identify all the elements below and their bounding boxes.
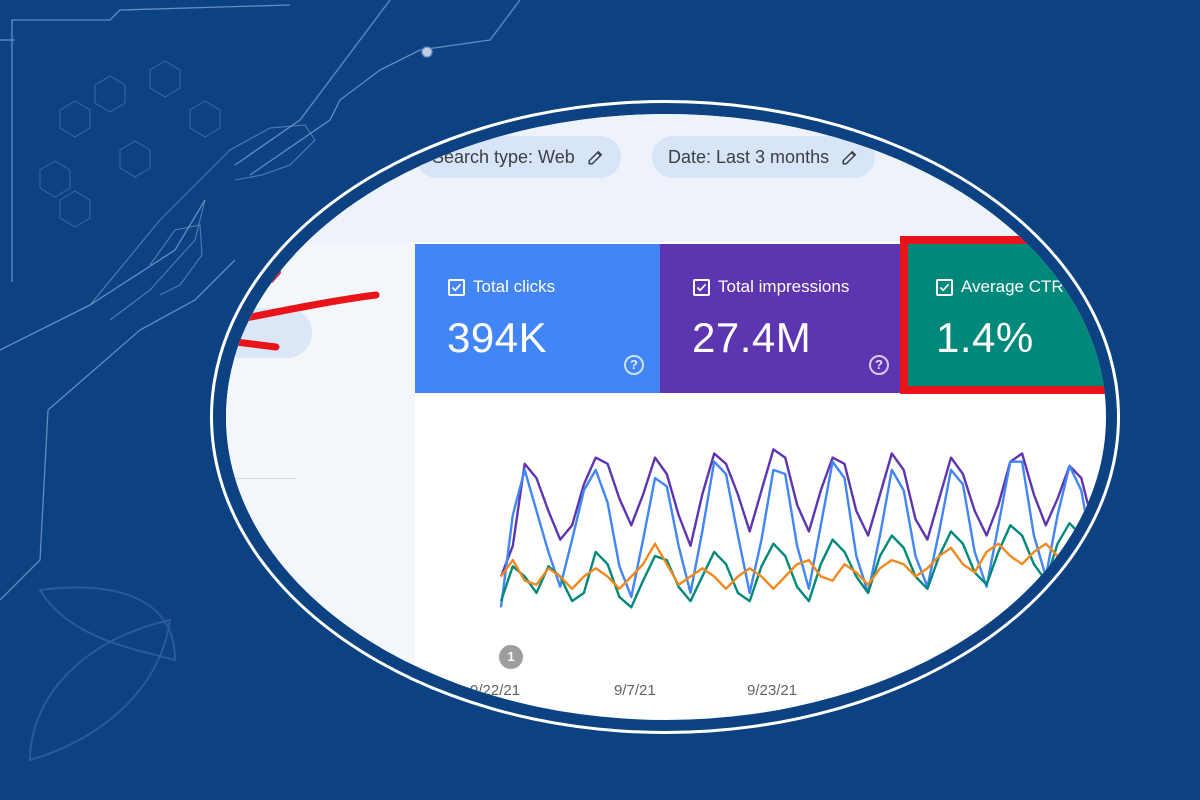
- edit-pencil-icon: [842, 150, 857, 165]
- magnified-view: Search type: Web Date: Last 3 months Tot…: [226, 114, 1106, 720]
- x-tick-label: 9/23/21: [747, 682, 798, 699]
- performance-line-chart: [499, 448, 1106, 609]
- red-arrow-annotation: [232, 269, 380, 351]
- checkbox-checked-icon[interactable]: [936, 278, 953, 296]
- date-filter-chip[interactable]: Date: Last 3 months: [652, 136, 876, 178]
- help-icon[interactable]: ?: [869, 355, 889, 375]
- help-icon[interactable]: ?: [624, 355, 644, 375]
- metric-label: Average CTR: [961, 277, 1064, 296]
- checkbox-checked-icon[interactable]: [693, 278, 710, 296]
- date-label: Date: Last 3 months: [668, 146, 830, 167]
- metric-value: 394K: [447, 314, 548, 361]
- edit-pencil-icon: [588, 150, 603, 165]
- metric-label: Total clicks: [473, 277, 556, 296]
- x-tick-label: 9/22/21: [470, 682, 521, 699]
- annotation-badge[interactable]: 1: [499, 645, 523, 669]
- search-type-filter-chip[interactable]: Search type: Web: [416, 136, 621, 178]
- card-header: Total clicks: [448, 277, 555, 297]
- card-header: Total impressions: [693, 277, 849, 297]
- total-clicks-card[interactable]: Total clicks 394K ?: [415, 244, 660, 393]
- x-tick-label: 9/7/21: [614, 682, 656, 699]
- metric-value: 27.4M: [692, 314, 812, 361]
- filter-bar: [226, 114, 1106, 242]
- card-header: Average CTR: [936, 277, 1064, 297]
- search-type-label: Search type: Web: [432, 146, 575, 167]
- metric-value: 1.4%: [936, 314, 1034, 361]
- series-line-clicks: [499, 460, 1106, 608]
- total-impressions-card[interactable]: Total impressions 27.4M ?: [660, 244, 905, 393]
- average-ctr-card[interactable]: Average CTR 1.4%: [900, 236, 1106, 394]
- search-console-screen: Search type: Web Date: Last 3 months Tot…: [226, 114, 1106, 720]
- metric-label: Total impressions: [718, 277, 850, 296]
- checkbox-checked-icon[interactable]: [448, 278, 465, 296]
- divider: [226, 478, 296, 479]
- hexagon-pattern: [39, 60, 221, 228]
- leaf-logo: [28, 586, 177, 762]
